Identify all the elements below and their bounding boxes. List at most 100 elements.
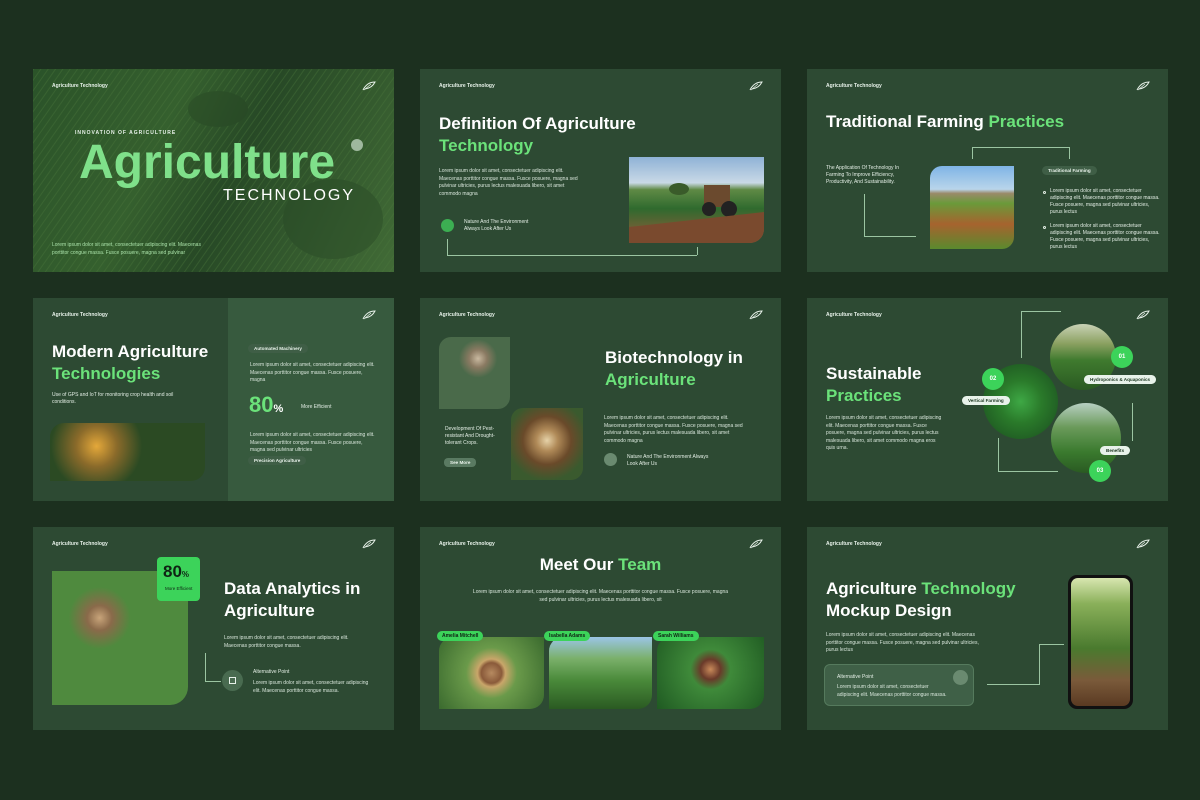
note-text: Nature And The Environment Always Look A… xyxy=(464,219,529,232)
title-part: Agriculture xyxy=(826,579,922,598)
slide-title: Meet Our Team xyxy=(420,554,781,576)
slide-body: Lorem ipsum dolor sit amet, consectetuer… xyxy=(826,632,979,653)
connector-line xyxy=(1021,311,1022,358)
leaf-logo-icon xyxy=(362,81,376,91)
connector-line xyxy=(998,438,999,471)
tag-traditional: Traditional Farming xyxy=(1042,166,1097,175)
brand-label: Agriculture Technology xyxy=(52,312,108,318)
slide-traditional[interactable]: Agriculture Technology Traditional Farmi… xyxy=(807,69,1168,272)
phone-mockup xyxy=(1068,575,1133,709)
title-part: Biotechnology in xyxy=(605,348,743,367)
leaf-logo-icon xyxy=(749,310,763,320)
title-accent: Technologies xyxy=(52,364,161,383)
connector-line xyxy=(447,255,697,256)
harvest-photo xyxy=(50,423,205,481)
badge-02: 02 xyxy=(982,368,1004,390)
stat-unit: % xyxy=(181,570,190,579)
label-hydroponics: Hydroponics & Aquaponics xyxy=(1084,375,1157,384)
connector-line xyxy=(205,653,206,681)
see-more-button[interactable]: See More xyxy=(444,458,477,467)
leaf-logo-icon xyxy=(362,539,376,549)
slide-title: Definition Of Agriculture Technology xyxy=(439,113,636,157)
field-photo xyxy=(930,166,1014,249)
member-photo-3 xyxy=(657,637,764,709)
leaf-logo-icon xyxy=(749,81,763,91)
connector-line xyxy=(1132,403,1133,441)
title-part: Definition Of Agriculture xyxy=(439,114,636,133)
label-benefits: Benefits xyxy=(1100,446,1131,455)
title-accent: Technology xyxy=(439,136,534,155)
alt-title: Alternative Point xyxy=(837,674,874,680)
globe-icon xyxy=(604,453,617,466)
slide-mockup[interactable]: Agriculture Technology Agriculture Techn… xyxy=(807,527,1168,730)
benefits-photo xyxy=(1051,403,1121,473)
slide-sustainable[interactable]: Agriculture Technology Sustainable Pract… xyxy=(807,298,1168,501)
bullet-dot-icon xyxy=(1043,226,1046,229)
stat-number: 80 xyxy=(249,392,274,417)
member-name-3: Sarah Williams xyxy=(653,631,699,641)
connector-line xyxy=(1069,147,1070,159)
stat-unit: % xyxy=(273,403,284,415)
connector-line xyxy=(972,147,973,159)
slide-title: Modern Agriculture Technologies xyxy=(52,341,208,385)
brand-label: Agriculture Technology xyxy=(52,83,108,89)
stat-box: 80% More Efficient xyxy=(157,557,200,601)
slide-body: Lorem ipsum dolor sit amet, consectetuer… xyxy=(439,168,578,197)
title-part: Meet Our xyxy=(539,555,619,574)
title-accent: Team xyxy=(618,555,662,574)
brand-label: Agriculture Technology xyxy=(52,541,108,547)
stat-value: 80% xyxy=(163,562,189,582)
brand-label: Agriculture Technology xyxy=(826,83,882,89)
title-part: Mockup Design xyxy=(826,601,952,620)
title-accent: Agriculture xyxy=(605,370,696,389)
slide-title: Agriculture Technology Mockup Design xyxy=(826,578,1016,622)
slide-biotech[interactable]: Agriculture Technology Development Of Pe… xyxy=(420,298,781,501)
leaf-logo-icon xyxy=(1136,539,1150,549)
member-name-1: Amelia Mitchell xyxy=(437,631,484,641)
connector-line xyxy=(1039,644,1040,685)
cover-dot-icon xyxy=(351,139,363,151)
tractor-photo xyxy=(629,157,764,243)
title-part: Sustainable xyxy=(826,364,922,383)
slide-definition[interactable]: Agriculture Technology Definition Of Agr… xyxy=(420,69,781,272)
globe-icon xyxy=(441,219,454,232)
title-part: Traditional Farming xyxy=(826,112,989,131)
slide-team[interactable]: Agriculture Technology Meet Our Team Lor… xyxy=(420,527,781,730)
title-accent: Practices xyxy=(826,386,902,405)
slide-cover[interactable]: Agriculture Technology INNOVATION OF AGR… xyxy=(33,69,394,272)
connector-line xyxy=(864,236,916,237)
label-vertical-farming: Vertical Farming xyxy=(962,396,1010,405)
member-photo-2 xyxy=(549,637,652,709)
bullet-1: Lorem ipsum dolor sit amet, consectetuer… xyxy=(1050,188,1160,215)
connector-line xyxy=(864,194,865,236)
connector-line xyxy=(987,684,1039,685)
tag-precision: Precision Agriculture xyxy=(248,456,307,465)
brand-label: Agriculture Technology xyxy=(826,541,882,547)
connector-line xyxy=(998,471,1058,472)
slide-modern[interactable]: Agriculture Technology Modern Agricultur… xyxy=(33,298,394,501)
slide-body: Lorem ipsum dolor sit amet, consectetuer… xyxy=(224,635,349,649)
slide-title: Traditional Farming Practices xyxy=(826,111,1064,133)
stat-value: 80% xyxy=(249,392,283,418)
brand-label: Agriculture Technology xyxy=(439,541,495,547)
badge-03: 03 xyxy=(1089,460,1111,482)
connector-line xyxy=(972,147,1069,148)
bullet-2: Lorem ipsum dolor sit amet, consectetuer… xyxy=(1050,223,1160,250)
leaf-logo-icon xyxy=(362,310,376,320)
dev-text: Development Of Pest-resistant And Drough… xyxy=(445,426,495,446)
tractor-illustration xyxy=(629,183,764,243)
cover-subtitle: TECHNOLOGY xyxy=(223,187,356,204)
slide-title: Biotechnology in Agriculture xyxy=(605,347,743,391)
bullet-dot-icon xyxy=(1043,191,1046,194)
stat-label: More Efficient xyxy=(165,586,193,591)
member-name-2: Isabella Adams xyxy=(544,631,591,641)
title-part: Agriculture xyxy=(224,601,315,620)
cover-body: Lorem ipsum dolor sit amet, consectetuer… xyxy=(52,242,201,256)
slide-data-analytics[interactable]: Agriculture Technology 80% More Efficien… xyxy=(33,527,394,730)
slide-title: Sustainable Practices xyxy=(826,363,921,407)
brand-label: Agriculture Technology xyxy=(439,83,495,89)
connector-line xyxy=(205,681,221,682)
connector-line xyxy=(1039,644,1064,645)
slide-body: Lorem ipsum dolor sit amet, consectetuer… xyxy=(826,415,942,451)
slide-body: Lorem ipsum dolor sit amet, consectetuer… xyxy=(604,415,743,444)
